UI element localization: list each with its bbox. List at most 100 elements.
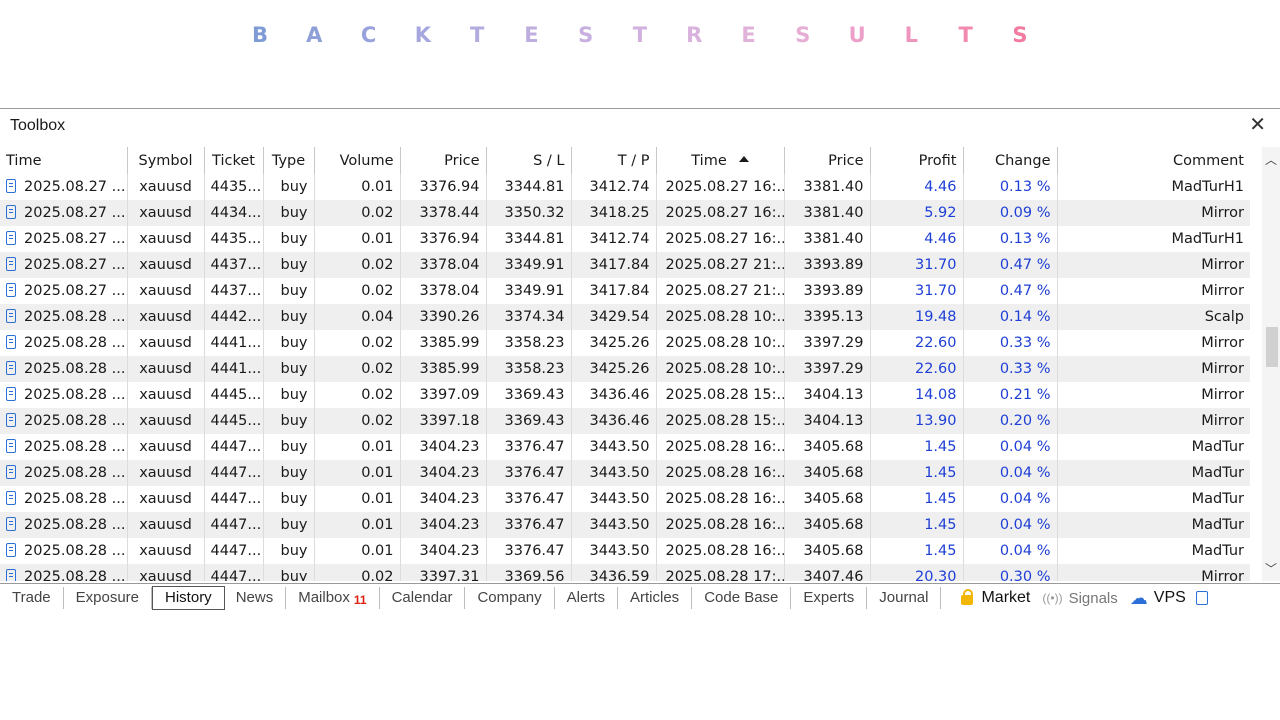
- column-header-label: Ticket: [212, 152, 255, 169]
- table-row[interactable]: 2025.08.27 ... xauusd 4434... buy 0.02 3378.4…: [0, 200, 1250, 226]
- tab-journal[interactable]: Journal: [867, 587, 942, 609]
- table-row[interactable]: 2025.08.28 ... xauusd 4447... buy 0.01 3404.2…: [0, 434, 1250, 460]
- table-row[interactable]: 2025.08.28 ... xauusd 4447... buy 0.01 3404.2…: [0, 486, 1250, 512]
- table-cell: Mirror: [1057, 408, 1250, 434]
- scroll-up-icon[interactable]: ︿: [1265, 151, 1277, 168]
- table-row[interactable]: 2025.08.28 ... xauusd 4442... buy 0.04 3390.2…: [0, 304, 1250, 330]
- table-row[interactable]: 2025.08.28 ... xauusd 4441... buy 0.02 3385.9…: [0, 330, 1250, 356]
- column-header-label: Change: [994, 152, 1051, 169]
- tab-calendar[interactable]: Calendar: [380, 587, 466, 609]
- table-cell: 0.09 %: [963, 200, 1058, 226]
- document-icon: [6, 257, 16, 271]
- table-cell: xauusd: [127, 434, 205, 460]
- table-cell: 3376.47: [486, 434, 572, 460]
- column-header-label: Symbol: [138, 152, 193, 169]
- column-header[interactable]: Change: [963, 147, 1058, 174]
- table-cell: 3429.54: [571, 304, 657, 330]
- tab-news[interactable]: News: [224, 587, 287, 609]
- banner-letter: T: [469, 23, 485, 47]
- table-cell: 3393.89: [784, 252, 871, 278]
- table-cell: 3417.84: [571, 252, 657, 278]
- banner-letter: R: [686, 23, 703, 47]
- table-cell: 0.21 %: [963, 382, 1058, 408]
- cell-text: 2025.08.28 ...: [24, 569, 126, 581]
- table-cell: 2025.08.28 16:...: [656, 538, 785, 564]
- unread-badge: 11: [353, 593, 367, 607]
- table-row[interactable]: 2025.08.27 ... xauusd 4437... buy 0.02 3378.0…: [0, 252, 1250, 278]
- banner-letter: K: [414, 23, 431, 47]
- history-table-container: Time Symbol Ticket Type Volume Price S / L T / …: [0, 147, 1262, 581]
- scroll-down-icon[interactable]: ﹀: [1265, 560, 1277, 577]
- column-header[interactable]: Profit: [870, 147, 964, 174]
- table-cell: 3443.50: [571, 486, 657, 512]
- table-row[interactable]: 2025.08.28 ... xauusd 4445... buy 0.02 3397.0…: [0, 382, 1250, 408]
- table-cell: 3443.50: [571, 538, 657, 564]
- tab-history[interactable]: History: [152, 586, 225, 610]
- table-cell: 3436.59: [571, 564, 657, 581]
- table-cell: 0.02: [314, 200, 401, 226]
- column-header[interactable]: Type: [263, 147, 315, 174]
- tab-trade[interactable]: Trade: [0, 587, 64, 609]
- column-header[interactable]: T / P: [571, 147, 657, 174]
- table-cell: 2025.08.28 10:...: [656, 356, 785, 382]
- table-row[interactable]: 2025.08.28 ... xauusd 4445... buy 0.02 3397.1…: [0, 408, 1250, 434]
- tab-articles[interactable]: Articles: [618, 587, 693, 609]
- table-cell: Mirror: [1057, 356, 1250, 382]
- column-header[interactable]: Price: [400, 147, 487, 174]
- table-row[interactable]: 2025.08.28 ... xauusd 4447... buy 0.01 3404.2…: [0, 460, 1250, 486]
- column-header[interactable]: Comment: [1057, 147, 1250, 174]
- cell-text: 2025.08.28 ...: [24, 491, 126, 507]
- column-header[interactable]: Price: [784, 147, 871, 174]
- table-cell: 0.04 %: [963, 460, 1058, 486]
- tab-experts[interactable]: Experts: [791, 587, 868, 609]
- table-cell: 2025.08.28 ...: [0, 382, 128, 408]
- tab-code-base[interactable]: Code Base: [692, 587, 792, 609]
- table-cell: Mirror: [1057, 252, 1250, 278]
- column-header[interactable]: Time: [656, 147, 785, 174]
- column-header[interactable]: Symbol: [127, 147, 205, 174]
- tab-company[interactable]: Company: [465, 587, 555, 609]
- table-cell: xauusd: [127, 330, 205, 356]
- tab-market[interactable]: Market: [955, 587, 1036, 609]
- tab-exposure[interactable]: Exposure: [64, 587, 153, 609]
- table-row[interactable]: 2025.08.28 ... xauusd 4447... buy 0.02 3397.3…: [0, 564, 1250, 581]
- banner-letter: S: [1012, 23, 1028, 47]
- table-cell: 3344.81: [486, 174, 572, 200]
- table-cell: 2025.08.28 ...: [0, 408, 128, 434]
- table-row[interactable]: 2025.08.28 ... xauusd 4447... buy 0.01 3404.2…: [0, 538, 1250, 564]
- column-header[interactable]: Volume: [314, 147, 401, 174]
- table-cell: 1.45: [870, 434, 964, 460]
- table-row[interactable]: 2025.08.28 ... xauusd 4441... buy 0.02 3385.9…: [0, 356, 1250, 382]
- scrollbar-thumb[interactable]: [1266, 327, 1278, 367]
- table-cell: 3349.91: [486, 252, 572, 278]
- table-row[interactable]: 2025.08.27 ... xauusd 4435... buy 0.01 3376.9…: [0, 174, 1250, 200]
- tab-mailbox[interactable]: Mailbox 11: [286, 587, 380, 609]
- tab-vps[interactable]: ☁ VPS: [1124, 587, 1214, 609]
- table-cell: 2025.08.28 ...: [0, 460, 128, 486]
- table-row[interactable]: 2025.08.27 ... xauusd 4435... buy 0.01 3376.9…: [0, 226, 1250, 252]
- column-header[interactable]: Time: [0, 147, 128, 174]
- tab-signals[interactable]: ((•)) Signals: [1036, 587, 1123, 609]
- table-cell: 3378.04: [400, 278, 487, 304]
- table-cell: 0.13 %: [963, 174, 1058, 200]
- column-header[interactable]: S / L: [486, 147, 572, 174]
- document-icon: [6, 517, 16, 531]
- document-icon: [6, 231, 16, 245]
- table-cell: 2025.08.28 ...: [0, 512, 128, 538]
- table-cell: 2025.08.28 16:...: [656, 460, 785, 486]
- table-cell: 2025.08.27 21:...: [656, 252, 785, 278]
- table-cell: 4437...: [204, 278, 264, 304]
- table-cell: 3376.47: [486, 538, 572, 564]
- table-cell: MadTur: [1057, 512, 1250, 538]
- table-cell: 0.02: [314, 252, 401, 278]
- column-header[interactable]: Ticket: [204, 147, 264, 174]
- vertical-scrollbar[interactable]: ︿ ﹀: [1262, 147, 1280, 581]
- table-row[interactable]: 2025.08.28 ... xauusd 4447... buy 0.01 3404.2…: [0, 512, 1250, 538]
- table-cell: 2025.08.27 ...: [0, 174, 128, 200]
- table-row[interactable]: 2025.08.27 ... xauusd 4437... buy 0.02 3378.0…: [0, 278, 1250, 304]
- document-icon: [6, 569, 16, 581]
- table-cell: buy: [263, 382, 315, 408]
- tab-alerts[interactable]: Alerts: [555, 587, 618, 609]
- table-cell: 3443.50: [571, 460, 657, 486]
- close-icon[interactable]: ✕: [1249, 115, 1266, 135]
